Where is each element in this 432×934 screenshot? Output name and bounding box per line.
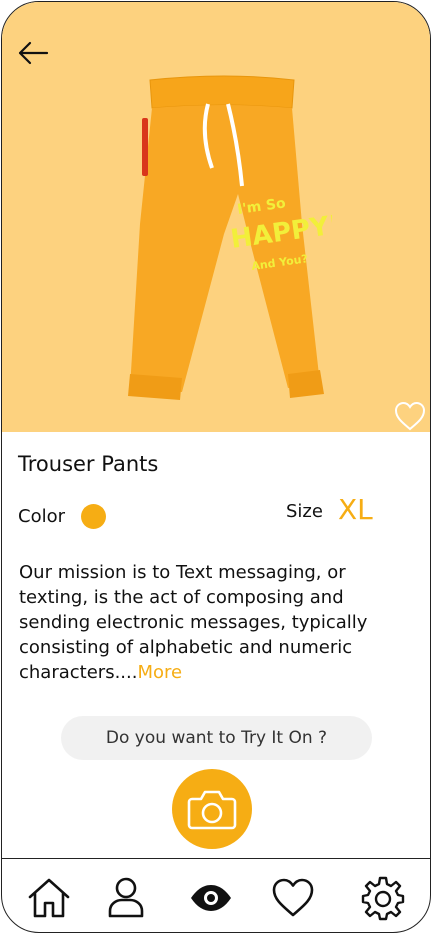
description-text: Our mission is to Text messaging, or tex… <box>19 562 368 683</box>
camera-icon <box>187 790 237 830</box>
nav-favorites[interactable] <box>270 875 316 921</box>
back-button[interactable] <box>16 38 50 68</box>
color-swatch[interactable] <box>81 504 106 529</box>
heart-outline-icon <box>394 401 426 431</box>
home-icon <box>28 878 70 918</box>
product-hero: I'm So HAPPY! And You? <box>2 2 430 432</box>
nav-profile[interactable] <box>103 875 149 921</box>
nav-home[interactable] <box>26 875 72 921</box>
try-on-prompt[interactable]: Do you want to Try It On ? <box>61 716 372 760</box>
more-link[interactable]: More <box>137 662 182 683</box>
eye-icon <box>191 885 231 911</box>
product-description: Our mission is to Text messaging, or tex… <box>19 560 414 685</box>
color-label: Color <box>18 506 65 527</box>
camera-button[interactable] <box>172 769 252 849</box>
wishlist-button[interactable] <box>393 400 427 432</box>
phone-frame: I'm So HAPPY! And You? Trouser Pants Col… <box>1 1 431 933</box>
user-icon <box>108 877 144 918</box>
heart-icon <box>272 878 314 917</box>
product-title: Trouser Pants <box>18 452 159 476</box>
bottom-nav <box>2 858 430 932</box>
product-image: I'm So HAPPY! And You? <box>128 75 332 400</box>
settings-icon <box>361 876 405 921</box>
nav-settings[interactable] <box>360 875 406 921</box>
back-arrow-icon <box>18 41 49 65</box>
size-value[interactable]: XL <box>338 493 373 526</box>
size-label: Size <box>286 501 323 522</box>
nav-try-on[interactable] <box>188 875 234 921</box>
